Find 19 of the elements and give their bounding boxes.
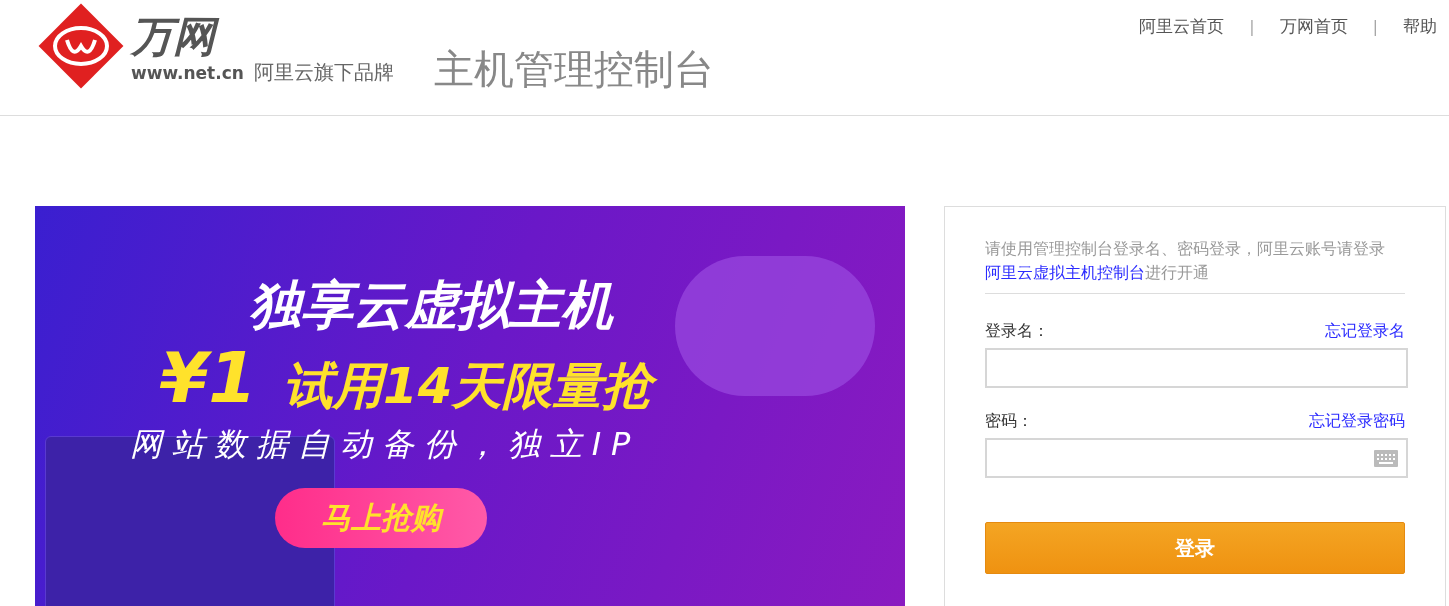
page-title: 主机管理控制台: [433, 46, 714, 94]
nav-separator: |: [1373, 16, 1377, 38]
login-instructions: 请使用管理控制台登录名、密码登录，阿里云账号请登录 阿里云虚拟主机控制台进行开通: [985, 237, 1405, 294]
field-label: 登录名：: [985, 321, 1049, 341]
banner-headline: 独享云虚拟主机: [249, 274, 615, 336]
forgot-link[interactable]: 忘记登录密码: [1309, 410, 1405, 432]
banner-price: ¥1: [159, 338, 258, 418]
nav-link[interactable]: 帮助: [1403, 14, 1437, 40]
nav-link[interactable]: 万网首页: [1279, 14, 1348, 40]
brand-name: 万网: [131, 14, 394, 60]
banner-offer: 试用14天限量抢: [282, 354, 661, 418]
nav-separator: |: [1250, 16, 1254, 38]
nav-link[interactable]: 阿里云首页: [1139, 14, 1225, 40]
console-link[interactable]: 阿里云虚拟主机控制台: [985, 264, 1145, 281]
brand-tagline: 阿里云旗下品牌: [253, 60, 394, 84]
banner-features: 网站数据自动备份，独立IP: [129, 424, 641, 465]
field-label: 密码：: [985, 411, 1033, 431]
brand-url: www.net.cn: [131, 62, 244, 84]
forgot-link[interactable]: 忘记登录名: [1325, 320, 1405, 342]
